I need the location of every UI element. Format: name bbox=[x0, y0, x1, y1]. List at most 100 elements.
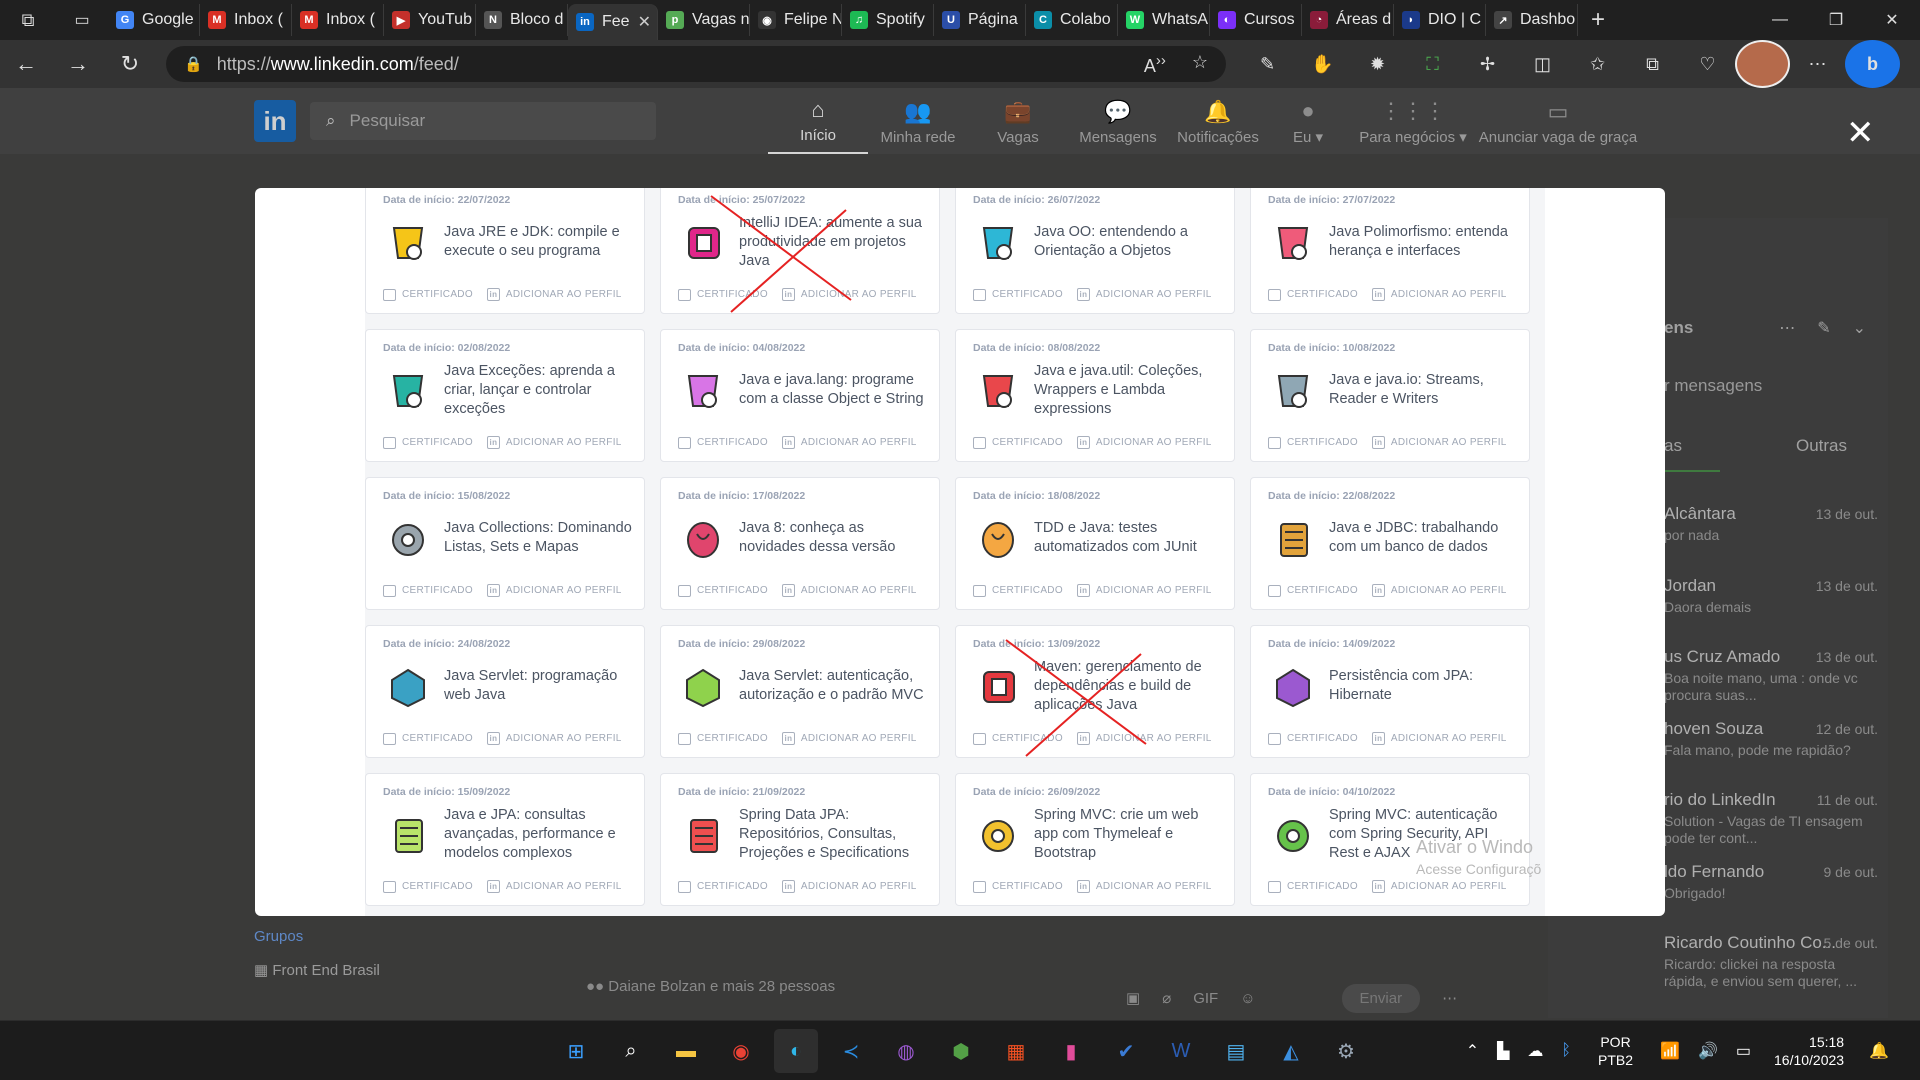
favorite-star-icon[interactable]: ☆ bbox=[1192, 52, 1208, 77]
browser-tab[interactable]: ◐ Cursos bbox=[1210, 4, 1302, 36]
add-to-profile-button[interactable]: in ADICIONAR AO PERFIL bbox=[1076, 436, 1212, 449]
add-to-profile-button[interactable]: in ADICIONAR AO PERFIL bbox=[486, 584, 622, 597]
course-card[interactable]: Data de início: 04/08/2022 Java e java.la… bbox=[660, 329, 940, 462]
github-desktop-icon[interactable]: ◍ bbox=[884, 1029, 928, 1073]
certificate-button[interactable]: CERTIFICADO bbox=[1268, 288, 1358, 301]
browser-tab[interactable]: ◔ Áreas d bbox=[1302, 4, 1394, 36]
nav-item[interactable]: 💬 Mensagens bbox=[1068, 88, 1168, 154]
browser-tab[interactable]: M Inbox ( bbox=[292, 4, 384, 36]
chevron-up-icon[interactable]: ⌃ bbox=[1466, 1041, 1479, 1061]
add-to-profile-button[interactable]: in ADICIONAR AO PERFIL bbox=[1371, 880, 1507, 893]
browser-tab[interactable]: ◗ DIO | C bbox=[1394, 4, 1486, 36]
certificate-button[interactable]: CERTIFICADO bbox=[973, 288, 1063, 301]
more-menu-icon[interactable]: ⋯ bbox=[1790, 40, 1845, 88]
settings-icon[interactable]: ⚙ bbox=[1324, 1029, 1368, 1073]
nav-item[interactable]: 🔔 Notificações bbox=[1168, 88, 1268, 154]
browser-tab[interactable]: ♫ Spotify bbox=[842, 4, 934, 36]
more-icon[interactable]: ⋯ bbox=[1779, 318, 1795, 338]
course-card[interactable]: Data de início: 08/08/2022 Java e java.ut… bbox=[955, 329, 1235, 462]
tray-app-icon[interactable]: ▙ bbox=[1497, 1041, 1509, 1061]
nav-item[interactable]: ⋮⋮⋮ Para negócios ▾ bbox=[1348, 88, 1478, 154]
image-icon[interactable]: ▣ bbox=[1126, 989, 1140, 1007]
clock[interactable]: 15:18 16/10/2023 bbox=[1774, 1033, 1844, 1069]
photos-icon[interactable]: ◭ bbox=[1269, 1029, 1313, 1073]
address-bar[interactable]: 🔒 https://www.linkedin.com/feed/ A›› ☆ bbox=[166, 46, 1226, 82]
close-window-icon[interactable]: ✕ bbox=[1864, 0, 1920, 40]
browser-tab[interactable]: U Página bbox=[934, 4, 1026, 36]
course-card[interactable]: Data de início: 21/09/2022 Spring Data JP… bbox=[660, 773, 940, 906]
course-card[interactable]: Data de início: 15/08/2022 Java Collectio… bbox=[365, 477, 645, 610]
workspaces-icon[interactable]: ⧉ bbox=[0, 0, 56, 40]
conversation-item[interactable]: hoven Souza 12 de out. Fala mano, pode me … bbox=[1664, 719, 1878, 759]
certificate-button[interactable]: CERTIFICADO bbox=[973, 584, 1063, 597]
course-card[interactable]: Data de início: 22/08/2022 Java e JDBC: t… bbox=[1250, 477, 1530, 610]
nav-item[interactable]: ● Eu ▾ bbox=[1268, 88, 1348, 154]
compose-icon[interactable]: ✎ bbox=[1817, 318, 1830, 338]
add-to-profile-button[interactable]: in ADICIONAR AO PERFIL bbox=[486, 288, 622, 301]
conversation-item[interactable]: Ricardo Coutinho Co... 5 de out. Ricardo: … bbox=[1664, 933, 1878, 990]
browser-tab[interactable]: M Inbox ( bbox=[200, 4, 292, 36]
bing-copilot-icon[interactable]: b bbox=[1845, 40, 1900, 88]
favorites-icon[interactable]: ✩ bbox=[1570, 40, 1625, 88]
add-to-profile-button[interactable]: in ADICIONAR AO PERFIL bbox=[486, 880, 622, 893]
browser-tab[interactable]: ▶ YouTub bbox=[384, 4, 476, 36]
wifi-icon[interactable]: 📶 bbox=[1660, 1041, 1680, 1061]
nav-item[interactable]: ⌂ Início bbox=[768, 88, 868, 154]
read-aloud-icon[interactable]: A›› bbox=[1144, 52, 1166, 77]
battery-icon[interactable]: ▭ bbox=[1736, 1041, 1751, 1061]
group-item[interactable]: ▦ Front End Brasil bbox=[254, 961, 534, 979]
bluetooth-icon[interactable]: ᛒ bbox=[1561, 1042, 1571, 1060]
tab-focused[interactable]: as bbox=[1664, 436, 1720, 472]
certificate-button[interactable]: CERTIFICADO bbox=[1268, 732, 1358, 745]
nodejs-icon[interactable]: ⬢ bbox=[939, 1029, 983, 1073]
emoji-icon[interactable]: ☺ bbox=[1240, 990, 1255, 1007]
chart-app-icon[interactable]: ▮ bbox=[1049, 1029, 1093, 1073]
notifications-icon[interactable]: 🔔 bbox=[1869, 1041, 1889, 1061]
certificate-button[interactable]: CERTIFICADO bbox=[678, 732, 768, 745]
gear-extension-icon[interactable]: ✹ bbox=[1350, 40, 1405, 88]
maximize-icon[interactable]: ❐ bbox=[1808, 0, 1864, 40]
browser-tab[interactable]: in Fee ✕ bbox=[568, 4, 658, 40]
add-to-profile-button[interactable]: in ADICIONAR AO PERFIL bbox=[781, 288, 917, 301]
conversation-item[interactable]: ldo Fernando 9 de out. Obrigado! bbox=[1664, 862, 1878, 902]
add-to-profile-button[interactable]: in ADICIONAR AO PERFIL bbox=[486, 436, 622, 449]
extension-puzzle-icon[interactable]: ✋ bbox=[1295, 40, 1350, 88]
chrome-icon[interactable]: ◉ bbox=[719, 1029, 763, 1073]
add-to-profile-button[interactable]: in ADICIONAR AO PERFIL bbox=[1076, 288, 1212, 301]
conversation-item[interactable]: Jordan 13 de out. Daora demais bbox=[1664, 576, 1878, 616]
course-card[interactable]: Data de início: 18/08/2022 TDD e Java: te… bbox=[955, 477, 1235, 610]
notepad-icon[interactable]: ▤ bbox=[1214, 1029, 1258, 1073]
certificate-button[interactable]: CERTIFICADO bbox=[973, 880, 1063, 893]
groups-heading[interactable]: Grupos bbox=[254, 928, 534, 945]
certificate-button[interactable]: CERTIFICADO bbox=[678, 436, 768, 449]
course-card[interactable]: Data de início: 13/09/2022 Maven: gerenci… bbox=[955, 625, 1235, 758]
add-to-profile-button[interactable]: in ADICIONAR AO PERFIL bbox=[1371, 436, 1507, 449]
course-card[interactable]: Data de início: 02/08/2022 Java Exceções:… bbox=[365, 329, 645, 462]
browser-tab[interactable]: p Vagas n bbox=[658, 4, 750, 36]
linkedin-logo-icon[interactable]: in bbox=[254, 100, 296, 142]
course-card[interactable]: Data de início: 14/09/2022 Persistência c… bbox=[1250, 625, 1530, 758]
more-options-icon[interactable]: ⋯ bbox=[1442, 989, 1457, 1007]
collections-icon[interactable]: ⧉ bbox=[1625, 40, 1680, 88]
close-tab-icon[interactable]: ✕ bbox=[638, 12, 651, 32]
gif-icon[interactable]: GIF bbox=[1193, 990, 1218, 1007]
course-card[interactable]: Data de início: 17/08/2022 Java 8: conheç… bbox=[660, 477, 940, 610]
certificate-button[interactable]: CERTIFICADO bbox=[678, 288, 768, 301]
file-explorer-icon[interactable]: ▬ bbox=[664, 1029, 708, 1073]
nav-item[interactable]: 👥 Minha rede bbox=[868, 88, 968, 154]
edge-icon[interactable]: ◐ bbox=[774, 1029, 818, 1073]
nav-item[interactable]: 💼 Vagas bbox=[968, 88, 1068, 154]
add-to-profile-button[interactable]: in ADICIONAR AO PERFIL bbox=[781, 584, 917, 597]
new-tab-button[interactable]: + bbox=[1578, 6, 1618, 34]
add-to-profile-button[interactable]: in ADICIONAR AO PERFIL bbox=[1371, 732, 1507, 745]
refresh-icon[interactable]: ↻ bbox=[104, 40, 156, 88]
browser-tab[interactable]: ↗ Dashbo bbox=[1486, 4, 1578, 36]
nav-item[interactable]: ▭ Anunciar vaga de graça bbox=[1478, 88, 1638, 154]
add-to-profile-button[interactable]: in ADICIONAR AO PERFIL bbox=[1076, 584, 1212, 597]
course-card[interactable]: Data de início: 26/07/2022 Java OO: enten… bbox=[955, 188, 1235, 314]
add-to-profile-button[interactable]: in ADICIONAR AO PERFIL bbox=[486, 732, 622, 745]
todo-icon[interactable]: ✔ bbox=[1104, 1029, 1148, 1073]
add-to-profile-button[interactable]: in ADICIONAR AO PERFIL bbox=[1076, 880, 1212, 893]
send-button[interactable]: Enviar bbox=[1341, 983, 1421, 1013]
certificate-button[interactable]: CERTIFICADO bbox=[383, 584, 473, 597]
